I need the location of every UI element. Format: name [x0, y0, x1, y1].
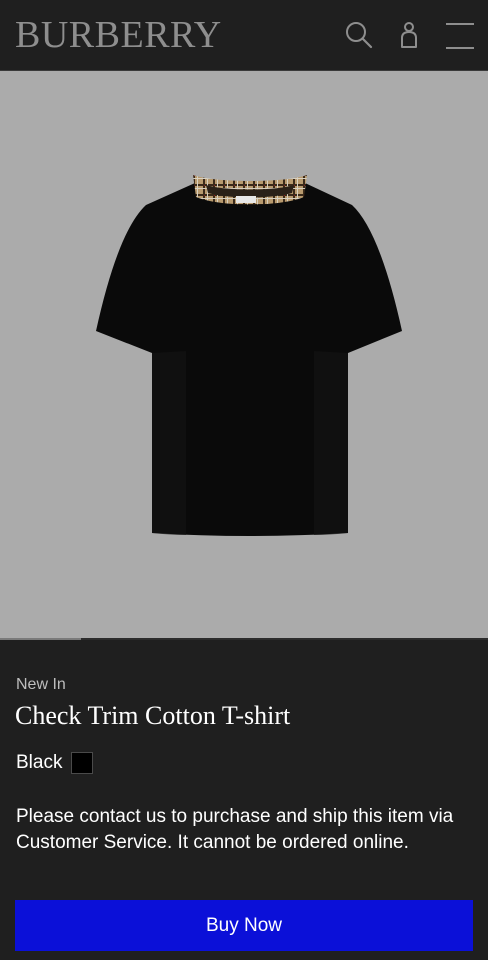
product-title: Check Trim Cotton T-shirt	[15, 701, 291, 730]
search-icon[interactable]	[342, 18, 376, 52]
menu-icon[interactable]	[444, 18, 476, 52]
color-name: Black	[16, 752, 63, 773]
purchase-notice: Please contact us to purchase and ship t…	[16, 806, 454, 853]
account-icon[interactable]	[393, 18, 427, 52]
site-header: BURBERRY	[0, 0, 488, 71]
buy-now-button[interactable]: Buy Now	[15, 900, 473, 951]
brand-logo[interactable]: BURBERRY	[15, 13, 222, 57]
product-image-gallery[interactable]	[0, 71, 488, 640]
new-in-badge: New In	[16, 676, 66, 693]
color-selector: Black	[16, 750, 94, 776]
product-details: New In Check Trim Cotton T-shirt Black P…	[0, 640, 488, 960]
color-swatch[interactable]	[71, 752, 94, 774]
product-image	[96, 175, 402, 536]
